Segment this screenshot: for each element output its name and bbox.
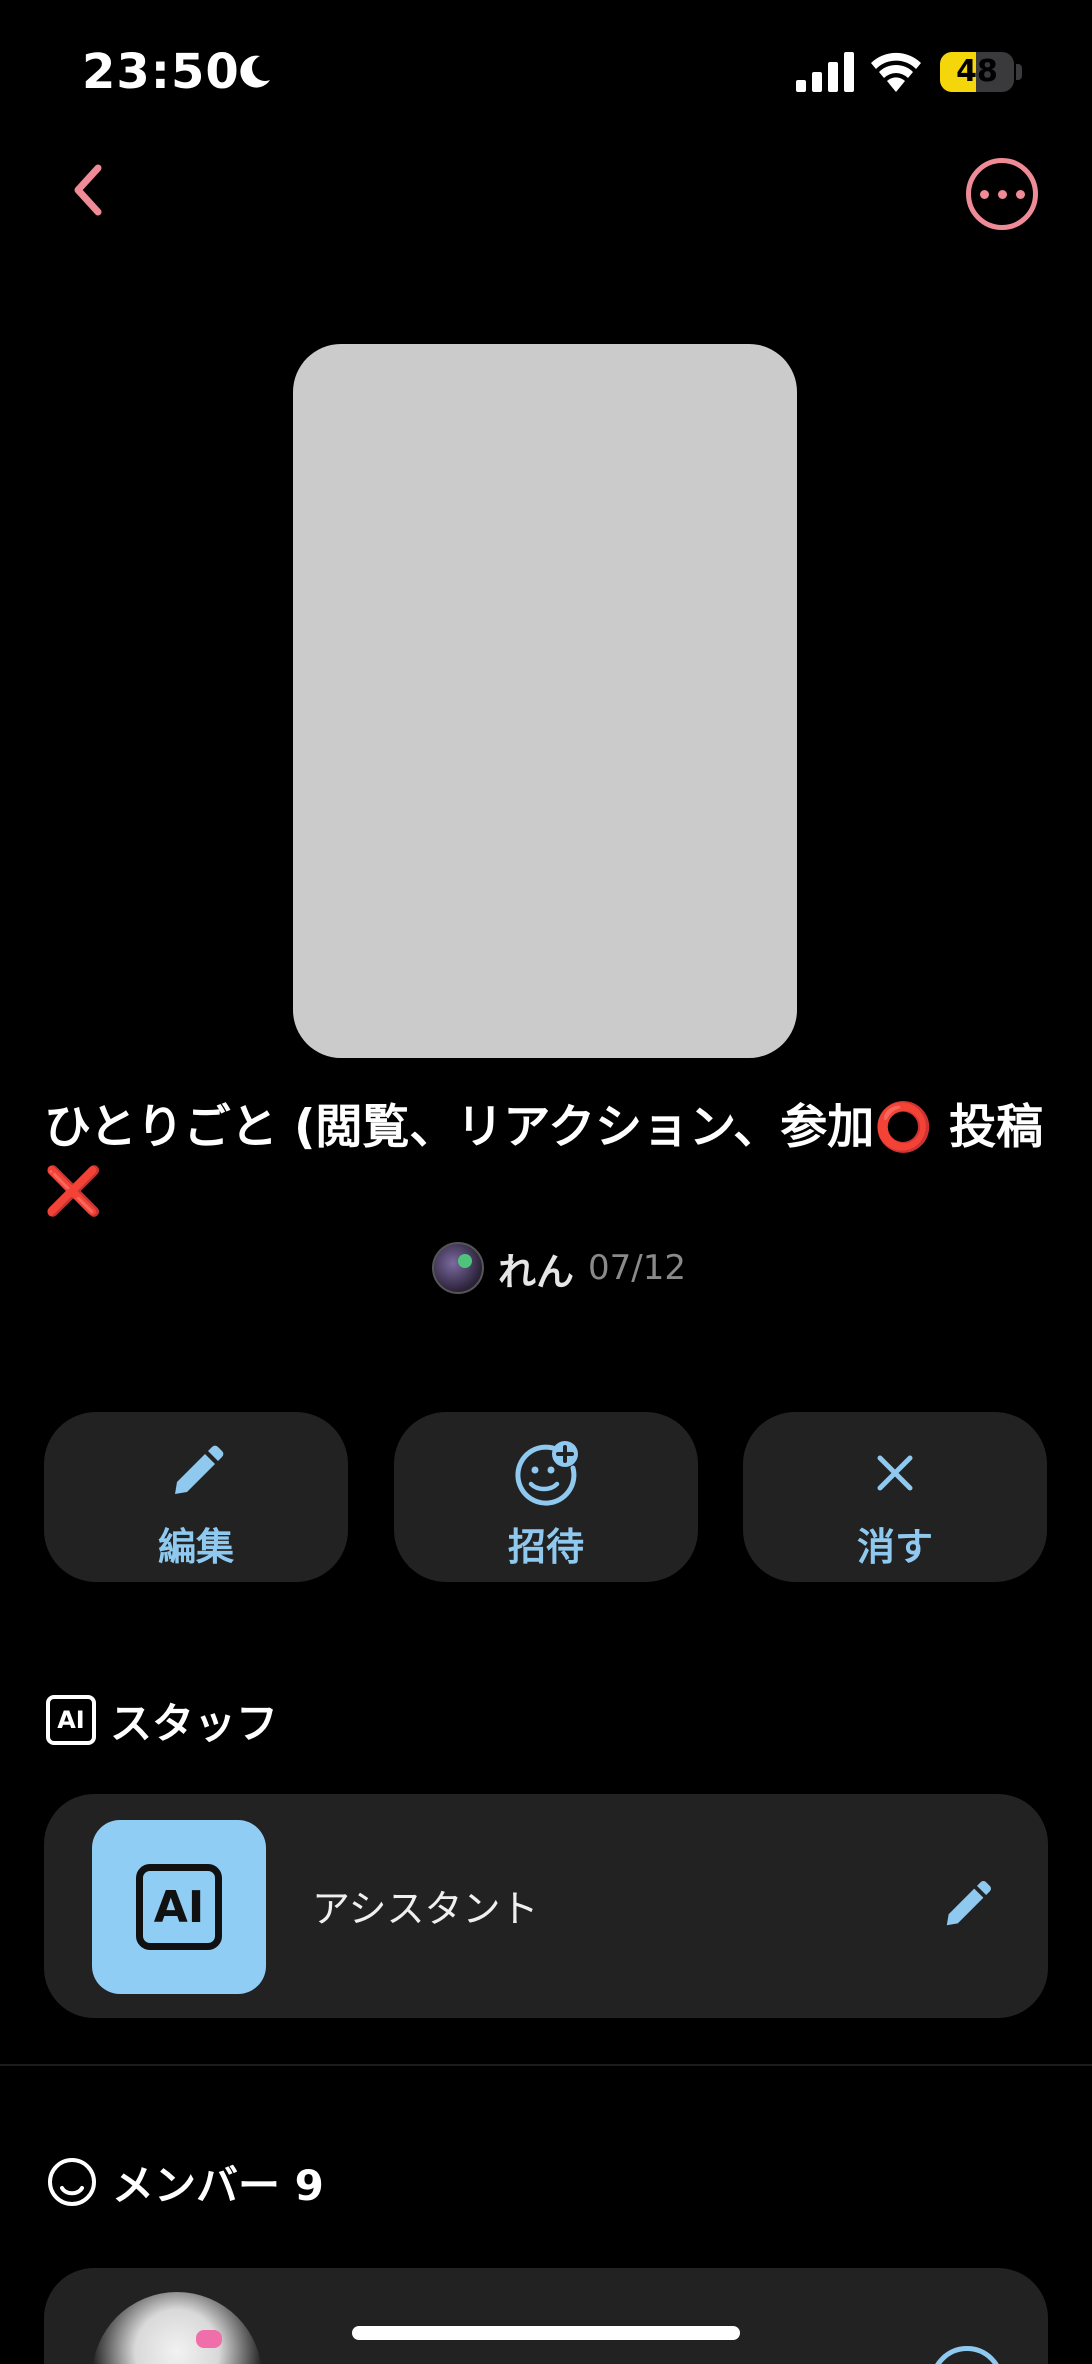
assistant-avatar: AI	[92, 1820, 266, 1994]
ai-icon: AI	[46, 1695, 96, 1745]
close-icon	[877, 1455, 913, 1491]
post-date: 07/12	[588, 1248, 686, 1288]
chevron-left-icon	[74, 164, 102, 216]
members-section-title: メンバー 9	[112, 2160, 324, 2210]
ai-avatar-icon: AI	[136, 1864, 222, 1950]
battery-icon: 48	[940, 52, 1014, 92]
edit-label: 編集	[157, 1525, 234, 1569]
add-person-icon	[515, 1441, 578, 1506]
title-text-2: 投稿	[932, 1100, 1044, 1155]
staff-item-assistant[interactable]: AI アシスタント	[44, 1794, 1048, 2018]
more-button[interactable]	[966, 158, 1038, 230]
post-title: ひとりごと (閲覧、リアクション、参加⭕ 投稿 ❌	[44, 1096, 1054, 1224]
allowed-mark: ⭕	[874, 1100, 933, 1155]
pencil-icon[interactable]	[934, 1874, 998, 1938]
author-name[interactable]: れん	[498, 1241, 574, 1296]
signal-icon	[796, 52, 854, 92]
delete-label: 消す	[856, 1525, 933, 1569]
author-row[interactable]: れん 07/12	[432, 1240, 686, 1296]
delete-button[interactable]: 消す	[743, 1412, 1047, 1582]
avatar[interactable]	[432, 1242, 484, 1294]
cover-image[interactable]	[293, 344, 797, 1058]
invite-label: 招待	[507, 1525, 584, 1569]
edit-button[interactable]: 編集	[44, 1412, 348, 1582]
staff-section-header: AI スタッフ	[46, 1690, 278, 1750]
smile-icon	[48, 2158, 96, 2206]
home-indicator[interactable]	[352, 2326, 740, 2340]
ellipsis-icon	[971, 163, 1033, 225]
moon-icon	[240, 55, 270, 88]
divider	[0, 2064, 1092, 2066]
bow-decoration	[196, 2330, 222, 2348]
battery-level: 48	[956, 54, 998, 89]
member-action-icon[interactable]	[930, 2346, 1004, 2364]
screen: 23:50 48 ひとりごと (閲覧、リアクション、参加⭕ 投稿 ❌ れん 07…	[0, 0, 1092, 2364]
staff-section-title: スタッフ	[110, 1698, 279, 1748]
members-section-header: メンバー 9	[46, 2152, 324, 2212]
back-button[interactable]	[58, 158, 122, 222]
status-time: 23:50	[82, 44, 240, 100]
denied-mark: ❌	[44, 1164, 103, 1219]
status-bar: 23:50 48	[0, 0, 1092, 140]
wifi-icon	[871, 52, 921, 92]
title-text: ひとりごと (閲覧、リアクション、参加	[44, 1100, 875, 1155]
member-item[interactable]	[44, 2268, 1048, 2364]
pencil-icon	[175, 1445, 224, 1494]
invite-button[interactable]: 招待	[394, 1412, 698, 1582]
member-avatar	[92, 2292, 262, 2364]
staff-name: アシスタント	[312, 1887, 539, 1931]
battery-nub	[1016, 64, 1022, 80]
